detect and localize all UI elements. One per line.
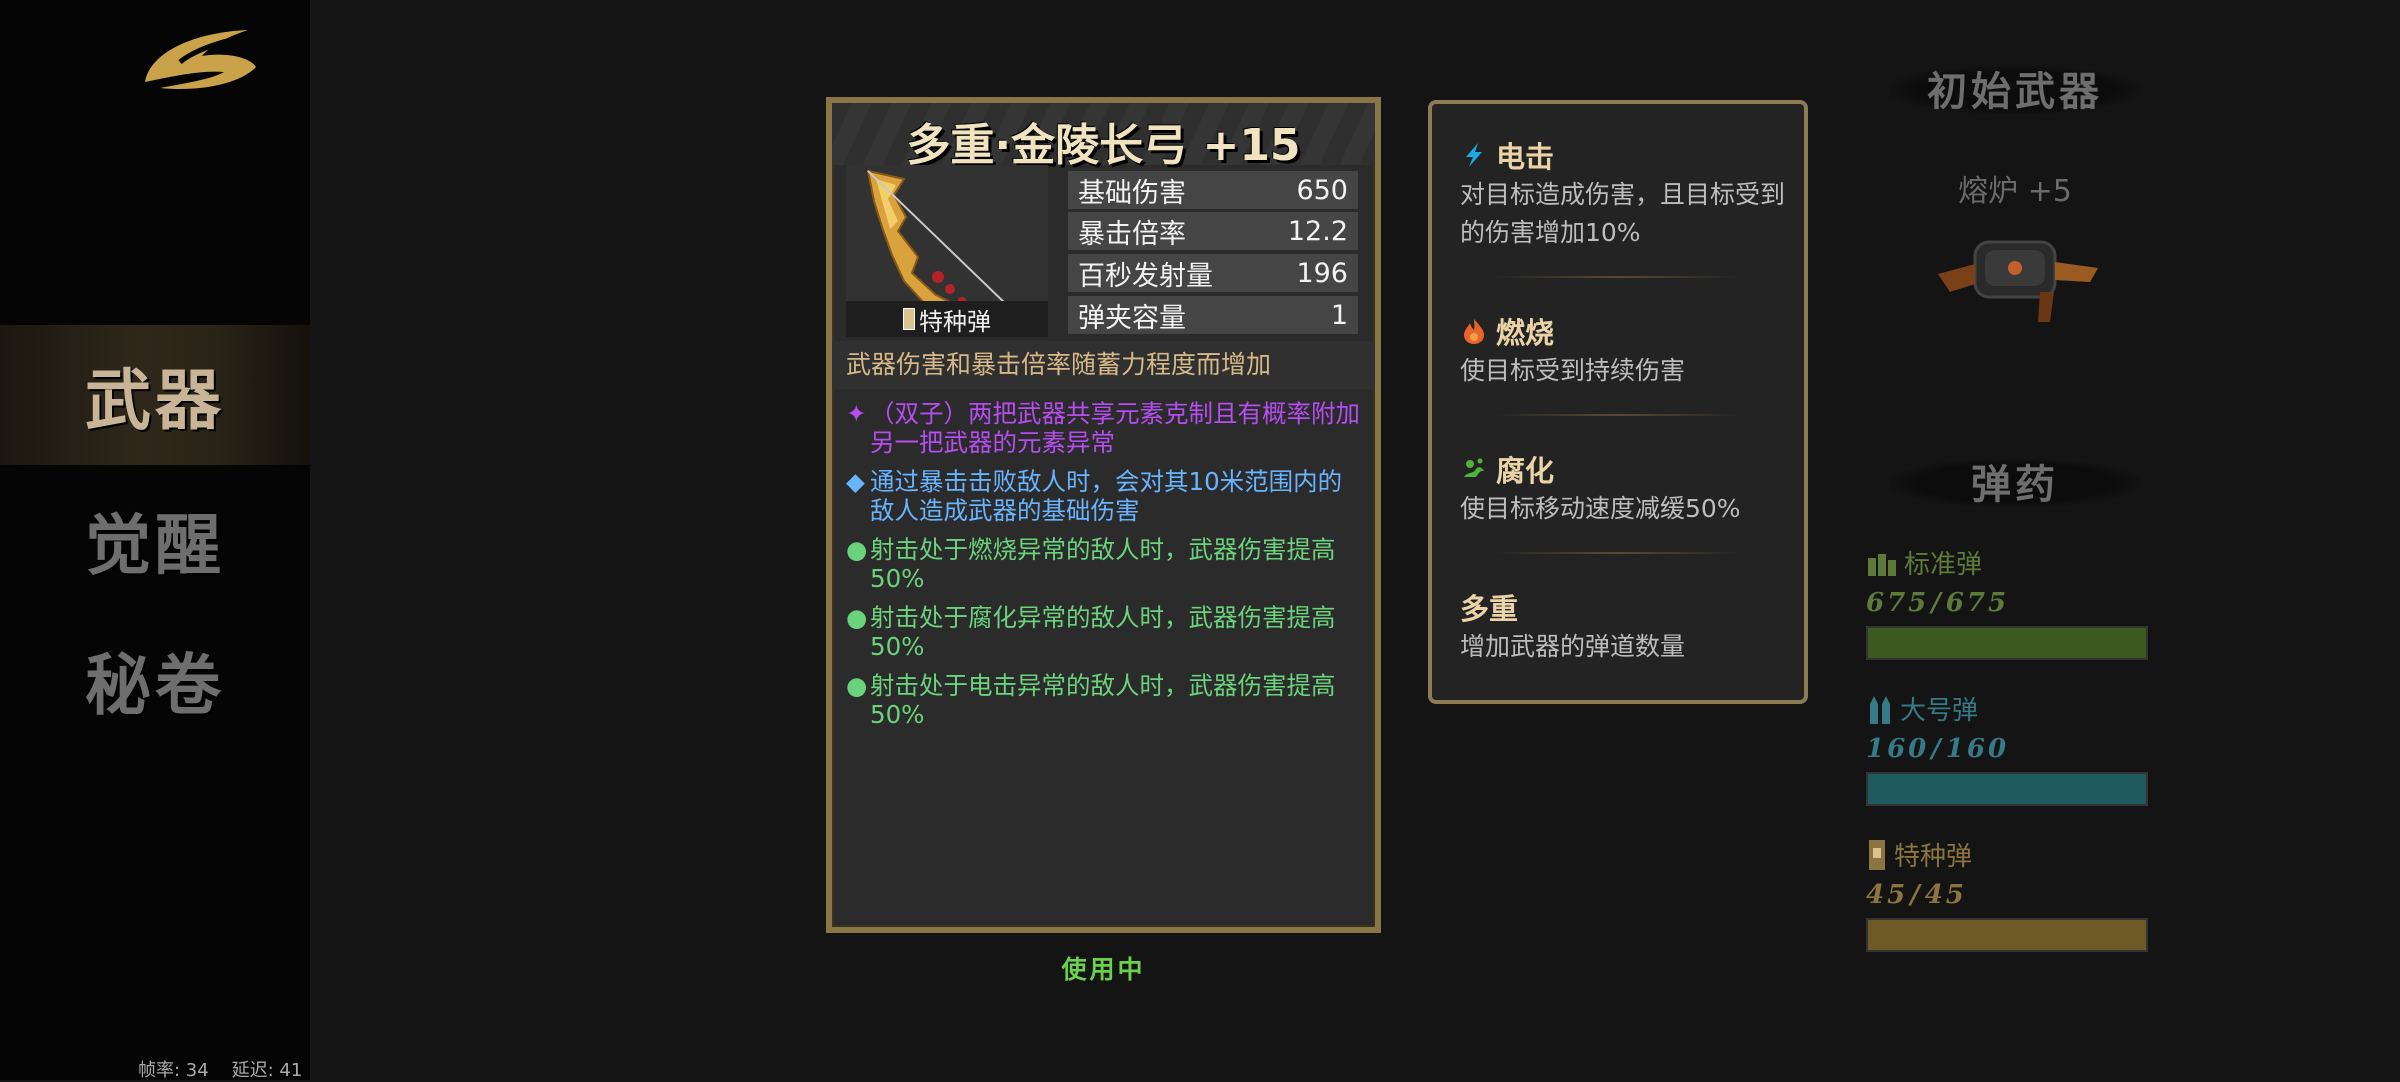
divider: [1492, 276, 1742, 278]
ammo-label-standard: 标准弹: [1866, 544, 1982, 581]
corrosion-icon: [1464, 458, 1484, 477]
element-title-multi: 多重: [1460, 586, 1518, 628]
ammo-slash: /: [1931, 734, 1944, 764]
ammo-label-large: 大号弹: [1866, 690, 1978, 727]
ammo-current: 675: [1866, 588, 1930, 618]
effect-line: ● 射击处于电击异常的敌人时，武器伤害提高50%: [846, 671, 1364, 729]
effect-text: 通过暴击击败敌人时，会对其10米范围内的敌人造成武器的基础伤害: [870, 467, 1343, 525]
game-logo-icon: [145, 30, 256, 90]
element-name: 多重: [1460, 592, 1519, 626]
element-name: 燃烧: [1496, 316, 1555, 350]
ammo-count-special: 45/45: [1866, 880, 1967, 910]
ammo-label-special: 特种弹: [1866, 836, 1972, 873]
effect-text: （双子）两把武器共享元素克制且有概率附加另一把武器的元素异常: [870, 399, 1360, 457]
lightning-icon: [1466, 143, 1482, 167]
stat-row-magazine: 弹夹容量 1: [1068, 296, 1358, 334]
stat-row-fire-rate: 百秒发射量 196: [1068, 254, 1358, 292]
ammo-type-tag: 特种弹: [846, 301, 1048, 337]
element-name: 腐化: [1496, 454, 1555, 488]
element-desc: 增加武器的弹道数量: [1460, 632, 1686, 661]
element-info-panel: 电击 对目标造成伤害，且目标受到的伤害增加10% 燃烧 使目标受到持续伤害 腐化…: [1428, 100, 1808, 704]
ammo-name: 特种弹: [1894, 842, 1973, 872]
ammo-name: 标准弹: [1904, 550, 1983, 580]
nav-awakening-tab[interactable]: 觉醒: [0, 470, 310, 610]
stat-row-crit-multiplier: 暴击倍率 12.2: [1068, 212, 1358, 250]
effect-text: 射击处于电击异常的敌人时，武器伤害提高50%: [870, 671, 1336, 729]
element-desc: 使目标受到持续伤害: [1460, 356, 1686, 385]
effect-bullet: ✦: [846, 399, 867, 428]
element-desc: 使目标移动速度减缓50%: [1460, 494, 1741, 523]
sidebar: 武器 觉醒 秘卷 帧率: 34 延迟: 41: [0, 0, 310, 1081]
ammo-max: 160: [1945, 734, 2010, 764]
ammo-slash: /: [1931, 588, 1944, 618]
stat-value: 196: [1296, 257, 1348, 289]
effect-text: 射击处于燃烧异常的敌人时，武器伤害提高50%: [870, 535, 1336, 593]
ammo-bar-fill: [1868, 920, 2146, 950]
weapon-detail-card: 多重·金陵长弓 +15 特种弹 基础伤害 650 暴击倍率 12.2 百秒发射量…: [826, 97, 1381, 933]
initial-weapon-title: 初始武器: [1890, 52, 2140, 124]
effect-bullet: ●: [846, 603, 868, 632]
starter-weapon-name[interactable]: 熔炉 +5: [1890, 166, 2140, 210]
ammo-slash: /: [1910, 880, 1923, 910]
effect-bullet: ●: [846, 535, 868, 564]
stat-value: 12.2: [1287, 215, 1348, 247]
ammo-count-large: 160/160: [1866, 734, 2009, 764]
standard-ammo-icon: [1868, 553, 1896, 576]
stat-row-base-damage: 基础伤害 650: [1068, 171, 1358, 209]
equipped-status: 使用中: [1061, 955, 1146, 984]
element-title-shock: 电击: [1460, 134, 1554, 176]
ammo-count-standard: 675/675: [1866, 588, 2009, 618]
stat-label: 基础伤害: [1078, 177, 1186, 209]
divider: [1492, 552, 1742, 554]
stat-value: 1: [1330, 299, 1348, 331]
ammo-bar-special: [1866, 918, 2148, 952]
stat-value: 650: [1296, 174, 1348, 206]
ammo-bar-standard: [1866, 626, 2148, 660]
effect-line: ● 射击处于腐化异常的敌人时，武器伤害提高50%: [846, 603, 1364, 661]
flame-icon: [1464, 319, 1484, 344]
ammo-bar-fill: [1868, 628, 2146, 658]
stat-label: 百秒发射量: [1078, 260, 1213, 292]
element-title-burn: 燃烧: [1460, 310, 1554, 352]
ammo-type-label: 特种弹: [919, 307, 991, 336]
ammo-current: 45: [1866, 880, 1909, 910]
stat-label: 弹夹容量: [1078, 302, 1186, 334]
effect-line: ◆ 通过暴击击败敌人时，会对其10米范围内的敌人造成武器的基础伤害: [846, 467, 1364, 525]
ammo-max: 675: [1945, 588, 2010, 618]
ammo-name: 大号弹: [1900, 696, 1979, 726]
weapon-description: 武器伤害和暴击倍率随蓄力程度而增加: [832, 341, 1375, 389]
special-ammo-icon: [903, 308, 915, 330]
effect-bullet: ◆: [846, 467, 865, 496]
element-desc: 对目标造成伤害，且目标受到的伤害增加10%: [1460, 180, 1786, 247]
ammo-bar-fill: [1868, 774, 2146, 804]
large-ammo-icon: [1870, 695, 1890, 724]
stat-label: 暴击倍率: [1078, 218, 1186, 250]
element-title-corrode: 腐化: [1460, 448, 1554, 490]
effect-line: ✦ （双子）两把武器共享元素克制且有概率附加另一把武器的元素异常: [846, 399, 1364, 457]
nav-secret-scroll-tab[interactable]: 秘卷: [0, 610, 310, 750]
nav-weapons-tab[interactable]: 武器: [0, 325, 310, 465]
ammo-section-title: 弹药: [1890, 445, 2140, 517]
furnace-weapon-icon[interactable]: [1930, 232, 2105, 332]
performance-readout: 帧率: 34 延迟: 41: [138, 1060, 303, 1081]
element-name: 电击: [1496, 140, 1555, 174]
ammo-current: 160: [1866, 734, 1930, 764]
ammo-max: 45: [1924, 880, 1967, 910]
effect-text: 射击处于腐化异常的敌人时，武器伤害提高50%: [870, 603, 1336, 661]
divider: [1492, 414, 1742, 416]
weapon-title: 多重·金陵长弓 +15: [906, 120, 1301, 171]
ammo-bar-large: [1866, 772, 2148, 806]
effect-bullet: ●: [846, 671, 868, 700]
effect-line: ● 射击处于燃烧异常的敌人时，武器伤害提高50%: [846, 535, 1364, 593]
special-ammo-icon: [1869, 839, 1885, 870]
